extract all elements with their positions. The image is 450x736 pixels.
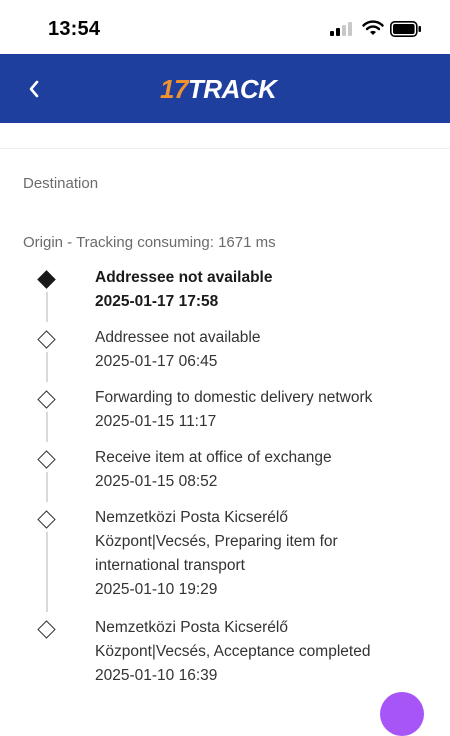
status-marker-icon: [37, 620, 56, 639]
event-time: 2025-01-15 08:52: [95, 473, 218, 490]
status-bar: 13:54: [0, 0, 450, 54]
separator: [0, 148, 450, 149]
event-time: 2025-01-17 17:58: [95, 293, 219, 310]
timeline-connector: [46, 472, 48, 502]
logo-text: TRACK: [187, 74, 277, 104]
logo-number: 17: [160, 74, 188, 104]
status-icons: [320, 20, 421, 38]
timeline-connector: [46, 412, 48, 442]
timeline-connector: [46, 532, 48, 612]
destination-label: Destination: [23, 175, 99, 192]
app-header: 17 TRACK: [0, 54, 450, 123]
signal-icon: [330, 22, 352, 36]
battery-icon: [390, 21, 421, 37]
event-title: Nemzetközi Posta Kicserélő Központ|Vecsé…: [95, 619, 371, 660]
back-button[interactable]: [18, 74, 50, 104]
timeline-connector: [46, 292, 48, 322]
event-title: Addressee not available: [95, 329, 261, 346]
event-title: Forwarding to domestic delivery network: [95, 389, 373, 406]
floating-assistant-button[interactable]: [380, 692, 424, 736]
event-time: 2025-01-10 16:39: [95, 667, 218, 684]
origin-label: Origin - Tracking consuming: 1671 ms: [23, 234, 276, 251]
event-title: Addressee not available: [95, 269, 273, 286]
timeline-connector: [46, 352, 48, 382]
status-marker-icon: [37, 510, 56, 529]
event-title: Receive item at office of exchange: [95, 449, 332, 466]
wifi-icon: [362, 20, 384, 35]
app-logo: 17 TRACK: [160, 74, 277, 104]
status-marker-icon: [37, 330, 56, 349]
status-marker-icon: [37, 390, 56, 409]
event-time: 2025-01-10 19:29: [95, 581, 218, 598]
current-status-marker-icon: [37, 270, 56, 289]
status-time: 13:54: [48, 18, 101, 40]
event-title: Nemzetközi Posta Kicserélő Központ|Vecsé…: [95, 509, 338, 574]
event-time: 2025-01-15 11:17: [95, 413, 217, 430]
chevron-left-icon: [29, 80, 39, 98]
status-marker-icon: [37, 450, 56, 469]
event-time: 2025-01-17 06:45: [95, 353, 218, 370]
